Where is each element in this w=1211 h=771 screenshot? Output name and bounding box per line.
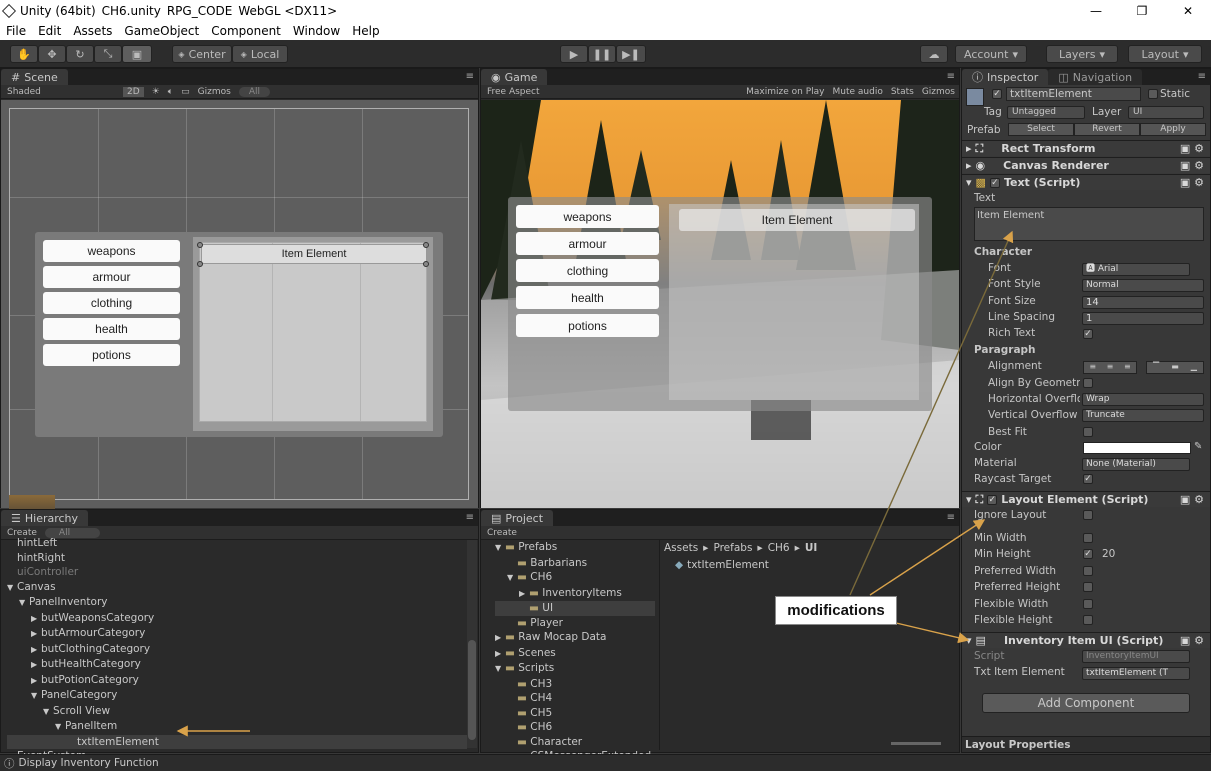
status-text: Display Inventory Function <box>18 757 159 769</box>
annotation-callout: modifications <box>775 596 897 625</box>
info-icon: ⓘ <box>4 757 15 770</box>
annotation-arrows-svg <box>176 230 1014 737</box>
arrow-to-inventory-item <box>891 621 970 644</box>
arrow-to-layout-element <box>869 519 986 596</box>
arrow-to-text-field <box>849 230 1014 596</box>
status-bar: ⓘ Display Inventory Function <box>0 754 1211 771</box>
